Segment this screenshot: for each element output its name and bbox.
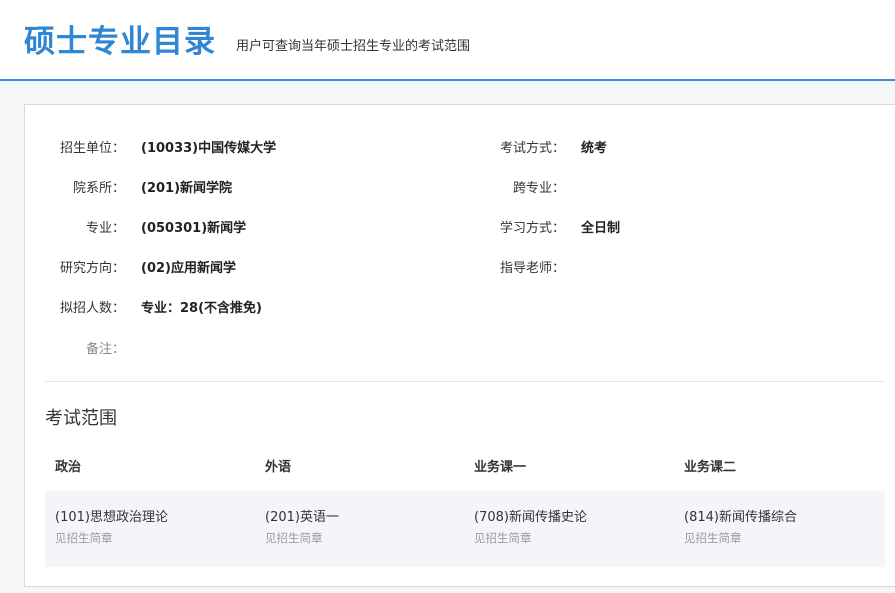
field-unit-label: 招生单位： — [59, 141, 125, 156]
page-header: 硕士专业目录 用户可查询当年硕士招生专业的考试范围 — [0, 0, 895, 81]
exam-subject-subject-two: (814)新闻传播综合 — [684, 510, 797, 525]
exam-cell-politics: (101)思想政治理论 见招生简章 — [55, 509, 168, 546]
field-planned-enrollment: 拟招人数： 专业：28(不含推免) — [25, 299, 262, 319]
field-exam-method-label: 考试方式： — [499, 141, 565, 156]
field-research-direction-label: 研究方向： — [59, 261, 125, 276]
column-header-foreign-language: 外语 — [265, 460, 292, 475]
exam-note-subject-one: 见招生简章 — [474, 531, 532, 545]
field-major-label: 专业： — [85, 221, 125, 236]
field-research-direction: 研究方向： (02)应用新闻学 — [25, 259, 236, 279]
field-study-mode-value: 全日制 — [581, 221, 621, 236]
field-department-value: (201)新闻学院 — [141, 181, 233, 196]
field-study-mode-label: 学习方式： — [499, 221, 565, 236]
column-header-subject-one: 业务课一 — [474, 460, 527, 475]
field-department: 院系所： (201)新闻学院 — [25, 179, 232, 199]
field-unit: 招生单位： (10033)中国传媒大学 — [25, 139, 276, 159]
field-department-label: 院系所： — [72, 181, 125, 196]
exam-subject-subject-one: (708)新闻传播史论 — [474, 510, 587, 525]
field-remarks-label: 备注： — [85, 342, 125, 357]
table-row: (101)思想政治理论 见招生简章 (201)英语一 见招生简章 (708)新闻… — [45, 491, 885, 567]
exam-scope-title: 考试范围 — [45, 408, 117, 429]
field-exam-method-value: 统考 — [581, 141, 608, 156]
field-research-direction-value: (02)应用新闻学 — [141, 261, 236, 276]
field-remarks: 备注： — [25, 340, 125, 360]
exam-cell-foreign-language: (201)英语一 见招生简章 — [265, 509, 339, 546]
page-subtitle: 用户可查询当年硕士招生专业的考试范围 — [236, 39, 471, 54]
field-major-value: (050301)新闻学 — [141, 221, 247, 236]
column-header-politics: 政治 — [55, 460, 82, 475]
field-planned-enrollment-value: 专业：28(不含推免) — [141, 301, 262, 316]
column-header-subject-two: 业务课二 — [684, 460, 737, 475]
field-planned-enrollment-label: 拟招人数： — [59, 301, 125, 316]
section-divider — [45, 381, 885, 382]
exam-note-subject-two: 见招生简章 — [684, 531, 742, 545]
page-title: 硕士专业目录 — [24, 24, 216, 60]
field-exam-method: 考试方式： 统考 — [465, 139, 607, 159]
field-advisor-label: 指导老师： — [499, 261, 565, 276]
field-unit-value: (10033)中国传媒大学 — [141, 141, 277, 156]
field-major: 专业： (050301)新闻学 — [25, 219, 246, 239]
major-detail-panel: 招生单位： (10033)中国传媒大学 考试方式： 统考 院系所： (201)新… — [24, 104, 895, 587]
field-cross-major-label: 跨专业： — [512, 181, 565, 196]
exam-cell-subject-two: (814)新闻传播综合 见招生简章 — [684, 509, 797, 546]
field-cross-major: 跨专业： — [465, 179, 565, 199]
exam-subject-foreign-language: (201)英语一 — [265, 510, 339, 525]
field-study-mode: 学习方式： 全日制 — [465, 219, 620, 239]
field-advisor: 指导老师： — [465, 259, 565, 279]
exam-note-politics: 见招生简章 — [55, 531, 113, 545]
exam-note-foreign-language: 见招生简章 — [265, 531, 323, 545]
exam-scope-table-header: 政治 外语 业务课一 业务课二 — [45, 450, 885, 490]
exam-cell-subject-one: (708)新闻传播史论 见招生简章 — [474, 509, 587, 546]
exam-subject-politics: (101)思想政治理论 — [55, 510, 168, 525]
